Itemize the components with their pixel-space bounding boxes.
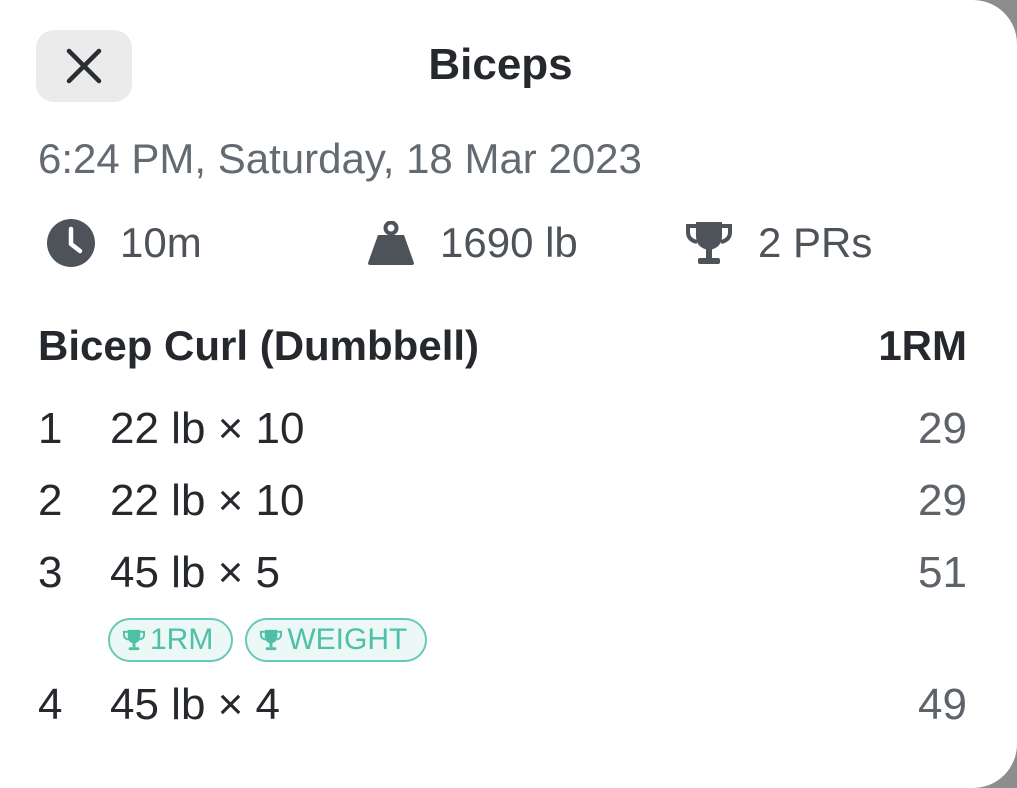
- exercise-header: Bicep Curl (Dumbbell) 1RM: [38, 322, 967, 370]
- pr-badge-label: 1RM: [150, 623, 214, 656]
- trophy-icon: [684, 218, 734, 268]
- exercise-name: Bicep Curl (Dumbbell): [38, 322, 480, 369]
- duration-stat: 10m: [46, 215, 202, 271]
- set-weight-reps: 22 lb × 10: [110, 476, 305, 525]
- set-number: 3: [38, 548, 63, 597]
- duration-value: 10m: [120, 219, 202, 266]
- set-number: 1: [38, 404, 63, 453]
- set-weight-reps: 45 lb × 5: [110, 548, 281, 597]
- set-one-rm: 29: [918, 476, 967, 525]
- set-one-rm: 29: [918, 404, 967, 453]
- one-rm-column-label: 1RM: [878, 322, 967, 369]
- set-weight-reps: 22 lb × 10: [110, 404, 305, 453]
- pr-badges: 1RM WEIGHT: [108, 618, 428, 662]
- set-row: 1 22 lb × 10 29: [38, 404, 967, 454]
- prs-stat: 2 PRs: [684, 215, 872, 271]
- set-row: 4 45 lb × 4 49: [38, 680, 967, 730]
- set-weight-reps: 45 lb × 4: [110, 680, 281, 729]
- set-one-rm: 51: [918, 548, 967, 597]
- set-number: 2: [38, 476, 63, 525]
- set-one-rm: 49: [918, 680, 967, 729]
- set-number: 4: [38, 680, 63, 729]
- pr-badge-1rm: 1RM: [108, 618, 234, 662]
- clock-icon: [46, 218, 96, 268]
- workout-detail-card: Biceps 6:24 PM, Saturday, 18 Mar 2023 10…: [0, 0, 1017, 788]
- prs-value: 2 PRs: [758, 219, 873, 266]
- volume-stat: 1690 lb: [366, 215, 578, 271]
- pr-badge-label: WEIGHT: [287, 623, 408, 656]
- set-row: 2 22 lb × 10 29: [38, 476, 967, 526]
- workout-date: 6:24 PM, Saturday, 18 Mar 2023: [38, 135, 642, 182]
- trophy-icon: [259, 628, 283, 652]
- pr-badge-weight: WEIGHT: [245, 618, 428, 662]
- weight-icon: [366, 221, 416, 265]
- volume-value: 1690 lb: [440, 219, 578, 266]
- set-row: 3 45 lb × 5 51: [38, 548, 967, 598]
- trophy-icon: [122, 628, 146, 652]
- page-title: Biceps: [428, 40, 573, 89]
